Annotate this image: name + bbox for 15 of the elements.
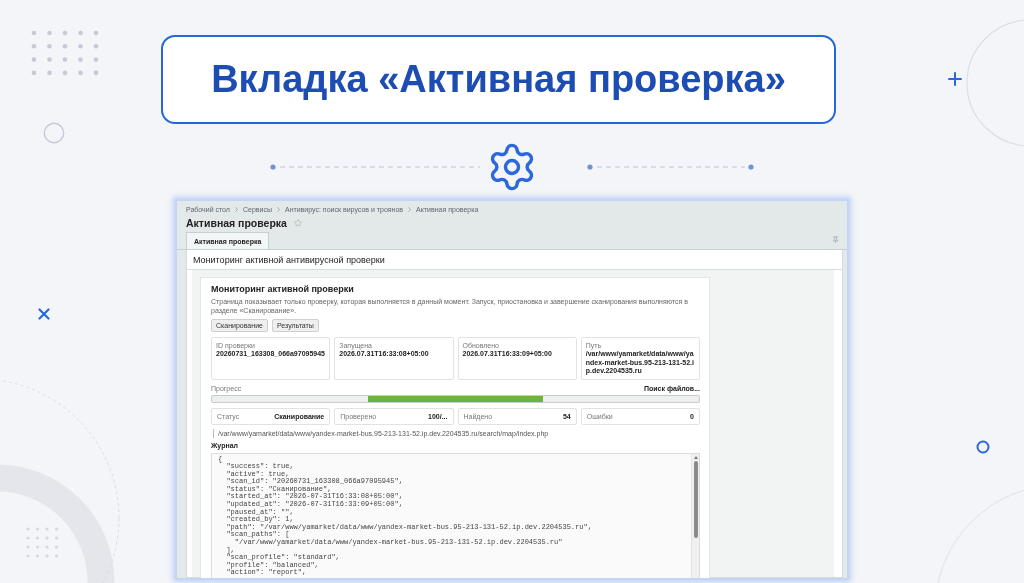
- chevron-icon: [276, 207, 280, 212]
- plus-icon: [948, 72, 962, 86]
- scrollbar-thumb[interactable]: [693, 460, 698, 538]
- dot-grid-drawing: [31, 30, 99, 76]
- dot-grid-drawing: [26, 527, 60, 560]
- chevron-icon: [234, 207, 238, 212]
- star-icon[interactable]: [293, 218, 302, 227]
- cross-icon: [38, 308, 50, 320]
- circle-icon: [43, 122, 65, 144]
- slide-title: Вкладка «Активная проверка»: [161, 35, 836, 124]
- card-title: Мониторинг активной проверки: [211, 283, 354, 295]
- page-title: Активная проверка: [186, 216, 287, 229]
- pin-icon[interactable]: [832, 236, 839, 243]
- chevron-icon: [408, 207, 412, 212]
- circle-icon: [976, 440, 990, 454]
